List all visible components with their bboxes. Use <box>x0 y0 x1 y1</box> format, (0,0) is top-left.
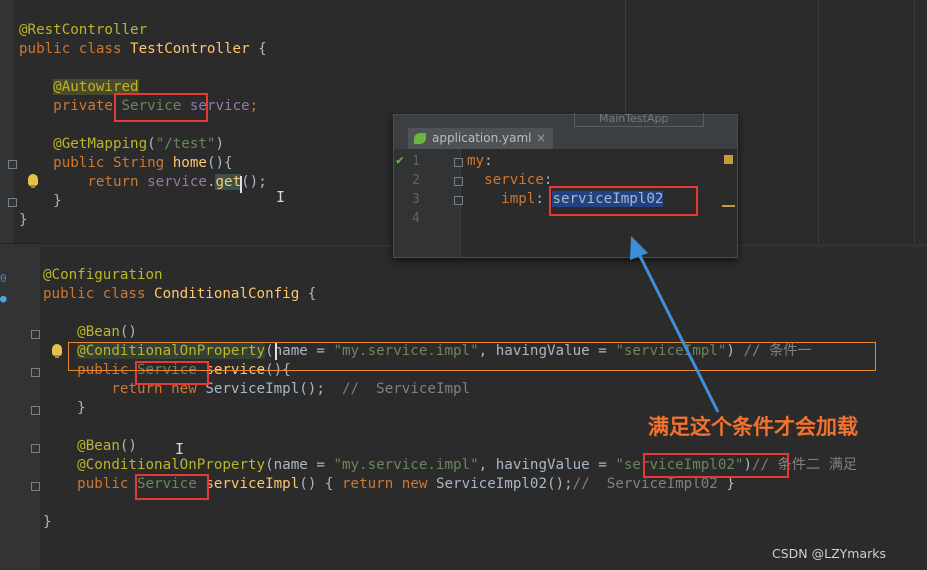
watermark: CSDN @LZYmarks <box>772 546 887 561</box>
arrow-head <box>630 236 648 260</box>
arrow-line <box>636 251 720 413</box>
annotation-text: 满足这个条件才会加载 <box>648 415 858 439</box>
annotation-arrow <box>630 236 720 413</box>
